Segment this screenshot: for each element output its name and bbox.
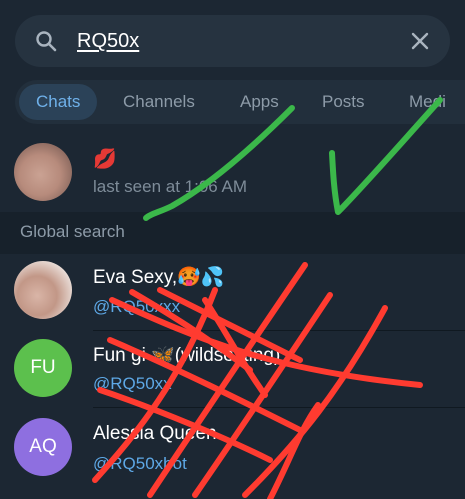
close-icon[interactable] (410, 31, 430, 56)
result-title: Eva Sexy,🥵💦 (93, 267, 225, 288)
search-input[interactable]: RQ50x (77, 27, 139, 55)
search-icon (35, 30, 57, 57)
result-title: Fun gi 🦋(wildsexting) (93, 345, 281, 366)
tab-chats[interactable]: Chats (19, 84, 98, 120)
avatar: AQ (14, 418, 72, 476)
list-item[interactable]: AQ Alessia Queen @RQ50xbot (0, 408, 465, 488)
result-handle: @RQ50xbot (93, 454, 187, 473)
section-header-label: Global search (20, 222, 125, 241)
chat-status: last seen at 1:06 AM (93, 177, 248, 196)
search-bar[interactable]: RQ50x (15, 15, 450, 67)
avatar: FU (14, 339, 72, 397)
tab-apps[interactable]: Apps (240, 80, 279, 124)
avatar (14, 143, 72, 201)
result-handle: @RQ50xxx (93, 297, 181, 316)
chat-title: 💋 (93, 149, 117, 170)
filter-tabs: Chats Channels Apps Posts Medi (15, 80, 465, 124)
tab-channels[interactable]: Channels (123, 80, 195, 124)
result-title: Alessia Queen (93, 423, 217, 444)
list-item[interactable]: Eva Sexy,🥵💦 @RQ50xxx (0, 254, 465, 330)
section-header: Global search (0, 212, 465, 254)
result-handle: @RQ50xx (93, 374, 172, 393)
chat-list-item[interactable]: 💋 last seen at 1:06 AM (0, 135, 465, 211)
tab-media[interactable]: Medi (409, 80, 446, 124)
tab-posts[interactable]: Posts (322, 80, 365, 124)
avatar (14, 261, 72, 319)
list-item[interactable]: FU Fun gi 🦋(wildsexting) @RQ50xx (0, 331, 465, 407)
